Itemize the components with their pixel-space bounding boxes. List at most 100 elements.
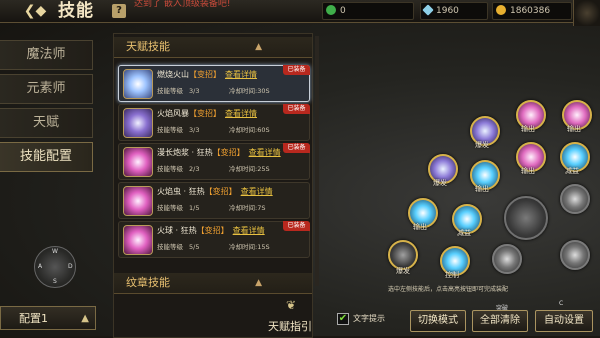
equipped-badge: 已装备 [283, 221, 310, 231]
config-label: 配置1 [19, 312, 48, 325]
tab-elementalist[interactable]: 元素师 [0, 74, 93, 104]
view-details-link[interactable]: 查看详情 [249, 148, 281, 157]
locked-slot-icon[interactable] [492, 244, 522, 274]
currency-green-value: 0 [340, 6, 346, 16]
skill-name: 火焰虫 · 狂热【变招】 查看详情 [157, 186, 273, 197]
skill-list: 天赋技能 ▲ 燃烧火山【变招】 查看详情 技能等级 3/3 冷却时间:30S 已装备… [113, 33, 319, 338]
compass-icon[interactable]: W A D S [34, 246, 76, 288]
currency-green: 0 [322, 2, 414, 20]
equipped-badge: 已装备 [283, 143, 310, 153]
skill-level-label: 技能等级 [157, 243, 183, 251]
skill-name-text: 火焰虫 · 狂热 [157, 187, 205, 196]
skill-variant: 【变招】 [212, 148, 245, 157]
skill-variant: 【变招】 [196, 226, 229, 235]
skill-level-value: 3/3 [189, 87, 200, 95]
slot-label: 减益 [565, 167, 579, 175]
section-title: 天赋技能 [126, 40, 170, 53]
skill-cooldown: 冷却时间:60S [229, 126, 270, 134]
equipped-badge: 已装备 [283, 65, 310, 75]
corner-ornament-icon [573, 0, 600, 26]
skill-name-text: 火焰风暴 [157, 109, 189, 118]
text-hint-label: 文字提示 [353, 314, 385, 323]
skill-name: 漫长炮浆 · 狂热【变招】 查看详情 [157, 147, 281, 158]
assign-hint-text: 选中左侧技能后，点击高亮按钮即可完成装配 [388, 286, 509, 293]
skill-name: 火焰风暴【变招】 查看详情 [157, 108, 257, 119]
auto-setup-button[interactable]: 自动设置 [535, 310, 593, 332]
currency-gold-value: 1860386 [510, 6, 551, 16]
skill-level: 技能等级 1/5 [157, 202, 199, 212]
lava-skill-icon [123, 147, 153, 177]
skill-name: 燃烧火山【变招】 查看详情 [157, 69, 257, 80]
skill-item[interactable]: 火焰风暴【变招】 查看详情 技能等级 3/3 冷却时间:60S 已装备 [118, 104, 310, 141]
slot-label: 输出 [521, 125, 535, 133]
slot-label: 爆发 [475, 141, 489, 149]
view-details-link[interactable]: 查看详情 [225, 70, 257, 79]
skill-cooldown: 冷却时间:30S [229, 87, 270, 95]
slot-label: 爆发 [433, 179, 447, 187]
scrollbar[interactable] [315, 36, 319, 286]
slot-label: 输出 [475, 185, 489, 193]
help-button[interactable]: ? [112, 4, 126, 18]
skill-cooldown: 冷却时间:7S [229, 204, 266, 212]
skill-item[interactable]: 燃烧火山【变招】 查看详情 技能等级 3/3 冷却时间:30S 已装备 [118, 65, 310, 102]
text-hint-checkbox[interactable]: ✔ [337, 313, 349, 325]
gold-coin-icon [496, 4, 506, 15]
skill-level-value: 1/5 [189, 204, 200, 212]
section-header-emblem[interactable]: 纹章技能 ▲ [114, 273, 312, 294]
skill-name-text: 火球 · 狂热 [157, 226, 197, 235]
talent-guide-button[interactable]: ❦ 天赋指引 [262, 298, 320, 334]
locked-slot-icon[interactable] [560, 240, 590, 270]
skill-item[interactable]: 漫长炮浆 · 狂热【变招】 查看详情 技能等级 2/3 冷却时间:25S 已装备 [118, 143, 310, 180]
green-gem-icon [326, 4, 336, 15]
skill-level-label: 技能等级 [157, 126, 183, 134]
sword-center-icon[interactable] [504, 196, 548, 240]
talent-guide-label: 天赋指引 [268, 320, 312, 333]
slot-label: 减益 [457, 229, 471, 237]
tab-mage[interactable]: 魔法师 [0, 40, 93, 70]
top-bar: ❮◆ 技能 ? 达到了 嵌入顶级装备吧! 0 1960 1860386 [0, 0, 600, 26]
switch-mode-button[interactable]: 切换模式 [410, 310, 466, 332]
locked-slot-icon[interactable] [560, 184, 590, 214]
config-select[interactable]: 配置1 ▲ [0, 306, 96, 330]
page-title: 技能 [58, 1, 94, 21]
view-details-link[interactable]: 查看详情 [233, 226, 265, 235]
tab-talent[interactable]: 天赋 [0, 108, 93, 138]
skill-item[interactable]: 火焰虫 · 狂热【变招】 查看详情 技能等级 1/5 冷却时间:7S [118, 182, 310, 219]
firestorm-skill-icon [123, 108, 153, 138]
skill-level: 技能等级 2/3 [157, 163, 199, 173]
skill-name-text: 漫长炮浆 · 狂热 [157, 148, 213, 157]
game-screen: ❮◆ 技能 ? 达到了 嵌入顶级装备吧! 0 1960 1860386 魔法师 … [0, 0, 600, 338]
diamond-icon [422, 3, 434, 16]
clear-all-button[interactable]: 全部清除 [472, 310, 528, 332]
view-details-link[interactable]: 查看详情 [241, 187, 273, 196]
skill-level: 技能等级 5/5 [157, 241, 199, 251]
skill-variant: 【变招】 [189, 109, 221, 118]
slot-label: 爆发 [396, 267, 410, 275]
currency-diamond: 1960 [420, 2, 488, 20]
skill-variant: 【变招】 [189, 70, 221, 79]
skill-name-text: 燃烧火山 [157, 70, 189, 79]
section-header-talent[interactable]: 天赋技能 ▲ [114, 37, 312, 58]
skill-item[interactable]: 火球 · 狂热【变招】 查看详情 技能等级 5/5 冷却时间:15S 已装备 [118, 221, 310, 258]
chevron-up-icon: ▲ [81, 313, 89, 324]
slot-label: 输出 [567, 125, 581, 133]
view-details-link[interactable]: 查看详情 [225, 109, 257, 118]
currency-gold: 1860386 [492, 2, 572, 20]
skill-variant: 【变招】 [204, 187, 237, 196]
slot-label: 控制 [445, 271, 459, 279]
collapse-arrow-icon: ▲ [255, 278, 262, 288]
section-title: 纹章技能 [126, 276, 170, 289]
firebug-skill-icon [123, 186, 153, 216]
news-ticker: 达到了 嵌入顶级装备吧! [134, 0, 231, 9]
slot-label: 输出 [413, 223, 427, 231]
skill-level: 技能等级 3/3 [157, 124, 199, 134]
skill-cooldown: 冷却时间:15S [229, 243, 270, 251]
back-arrow-icon[interactable]: ❮◆ [22, 2, 48, 20]
skill-level-label: 技能等级 [157, 204, 183, 212]
skill-cooldown: 冷却时间:25S [229, 165, 270, 173]
talent-emblem-icon: ❦ [285, 298, 297, 312]
skill-level-value: 3/3 [189, 126, 200, 134]
fireball-skill-icon [123, 225, 153, 255]
skill-level-label: 技能等级 [157, 87, 183, 95]
tab-skill-config[interactable]: 技能配置 [0, 142, 93, 172]
